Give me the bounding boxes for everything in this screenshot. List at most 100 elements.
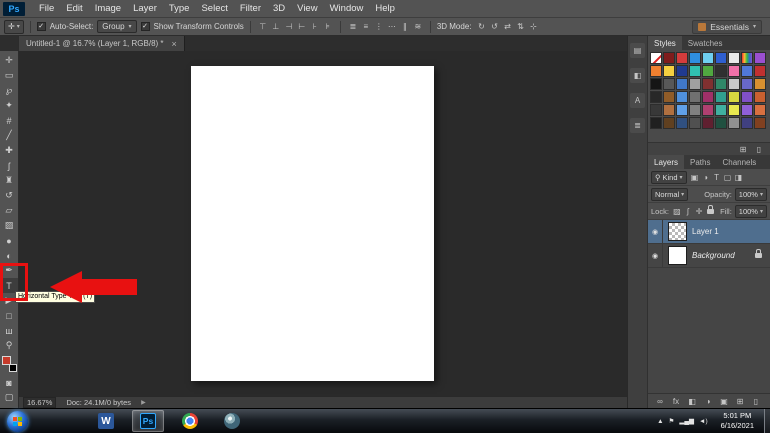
- layers-footer-6-icon[interactable]: ⊞: [735, 396, 745, 407]
- align-6-icon[interactable]: ⊧: [322, 21, 334, 33]
- style-swatch-3[interactable]: [676, 52, 688, 64]
- align-1-icon[interactable]: ⊤: [257, 21, 269, 33]
- collapsed-panel-3-icon[interactable]: A: [630, 93, 645, 108]
- style-swatch-26[interactable]: [741, 78, 753, 90]
- distribute-4-icon[interactable]: ⋯: [386, 21, 398, 33]
- style-swatch-54[interactable]: [754, 117, 766, 129]
- auto-select-dropdown[interactable]: Group ▾: [97, 20, 136, 33]
- healing-brush-tool[interactable]: ✚: [1, 143, 18, 158]
- style-swatch-6[interactable]: [715, 52, 727, 64]
- color-swatch-control[interactable]: [2, 356, 17, 372]
- menu-image[interactable]: Image: [89, 3, 127, 14]
- canvas-area[interactable]: [19, 51, 627, 396]
- distribute-6-icon[interactable]: ≋: [412, 21, 424, 33]
- layers-footer-4-icon[interactable]: ◑: [703, 396, 713, 407]
- layers-footer-7-icon[interactable]: ▯: [751, 396, 761, 407]
- history-brush-tool[interactable]: ↺: [1, 188, 18, 203]
- style-swatch-2[interactable]: [663, 52, 675, 64]
- show-transform-checkbox[interactable]: ✓: [141, 22, 150, 31]
- menu-3d[interactable]: 3D: [267, 3, 291, 14]
- styles-footer-2-icon[interactable]: ▯: [754, 144, 764, 155]
- show-desktop-button[interactable]: [764, 409, 770, 433]
- style-swatch-41[interactable]: [702, 104, 714, 116]
- menu-window[interactable]: Window: [324, 3, 370, 14]
- style-swatch-34[interactable]: [728, 91, 740, 103]
- menu-type[interactable]: Type: [163, 3, 196, 14]
- zoom-tool[interactable]: ⚲: [1, 338, 18, 353]
- style-swatch-46[interactable]: [650, 117, 662, 129]
- collapsed-panel-2-icon[interactable]: ◧: [630, 68, 645, 83]
- style-swatch-27[interactable]: [754, 78, 766, 90]
- style-swatch-45[interactable]: [754, 104, 766, 116]
- taskbar-clock[interactable]: 5:01 PM 6/16/2021: [715, 411, 760, 431]
- menu-view[interactable]: View: [291, 3, 323, 14]
- menu-layer[interactable]: Layer: [127, 3, 163, 14]
- taskbar-photoshop-button[interactable]: Ps: [132, 410, 164, 432]
- layer-filter-5-icon[interactable]: ◨: [734, 172, 744, 183]
- menu-edit[interactable]: Edit: [60, 3, 88, 14]
- 3d-mode-5-icon[interactable]: ⊹: [528, 21, 540, 33]
- style-swatch-25[interactable]: [728, 78, 740, 90]
- distribute-3-icon[interactable]: ⋮: [373, 21, 385, 33]
- fill-dropdown[interactable]: 100% ▾: [735, 205, 767, 218]
- style-swatch-28[interactable]: [650, 91, 662, 103]
- document-tab[interactable]: Untitled-1 @ 16.7% (Layer 1, RGB/8) * ×: [19, 36, 185, 51]
- menu-select[interactable]: Select: [195, 3, 233, 14]
- style-swatch-19[interactable]: [650, 78, 662, 90]
- blend-mode-dropdown[interactable]: Normal ▾: [651, 188, 688, 201]
- align-2-icon[interactable]: ⊥: [270, 21, 282, 33]
- style-swatch-29[interactable]: [663, 91, 675, 103]
- taskbar-chrome-button[interactable]: [174, 410, 206, 432]
- style-swatch-38[interactable]: [663, 104, 675, 116]
- align-5-icon[interactable]: ⊦: [309, 21, 321, 33]
- photoshop-logo[interactable]: Ps: [3, 2, 25, 16]
- align-3-icon[interactable]: ⊣: [283, 21, 295, 33]
- quick-mask-button[interactable]: ◙: [1, 375, 18, 390]
- eraser-tool[interactable]: ▱: [1, 203, 18, 218]
- layers-tab-paths[interactable]: Paths: [684, 155, 716, 169]
- tray-icon-1[interactable]: ▲: [657, 418, 663, 425]
- workspace-switcher[interactable]: Essentials ▾: [692, 20, 762, 34]
- distribute-2-icon[interactable]: ≡: [360, 21, 372, 33]
- style-swatch-20[interactable]: [663, 78, 675, 90]
- quick-selection-tool[interactable]: ✦: [1, 98, 18, 113]
- style-swatch-33[interactable]: [715, 91, 727, 103]
- layer-filter-3-icon[interactable]: T: [712, 172, 722, 183]
- style-swatch-13[interactable]: [689, 65, 701, 77]
- start-button[interactable]: [7, 411, 28, 432]
- style-swatch-53[interactable]: [741, 117, 753, 129]
- lasso-tool[interactable]: ℘: [1, 83, 18, 98]
- layers-footer-5-icon[interactable]: ▣: [719, 396, 729, 407]
- style-swatch-22[interactable]: [689, 78, 701, 90]
- blur-tool[interactable]: ●: [1, 233, 18, 248]
- style-swatch-32[interactable]: [702, 91, 714, 103]
- layers-footer-3-icon[interactable]: ◧: [687, 396, 697, 407]
- style-swatch-23[interactable]: [702, 78, 714, 90]
- clone-stamp-tool[interactable]: ♜: [1, 173, 18, 188]
- lock-1-icon[interactable]: ▨: [672, 206, 682, 217]
- styles-tab-swatches[interactable]: Swatches: [682, 36, 729, 50]
- style-swatch-9[interactable]: [754, 52, 766, 64]
- style-swatch-31[interactable]: [689, 91, 701, 103]
- style-swatch-10[interactable]: [650, 65, 662, 77]
- style-swatch-17[interactable]: [741, 65, 753, 77]
- style-swatch-4[interactable]: [689, 52, 701, 64]
- layer-row-background[interactable]: ◉Background: [648, 244, 770, 268]
- layer-filter-4-icon[interactable]: ▢: [723, 172, 733, 183]
- style-swatch-14[interactable]: [702, 65, 714, 77]
- style-swatch-51[interactable]: [715, 117, 727, 129]
- style-swatch-21[interactable]: [676, 78, 688, 90]
- style-swatch-7[interactable]: [728, 52, 740, 64]
- collapsed-panel-4-icon[interactable]: ≣: [630, 118, 645, 133]
- lock-2-icon[interactable]: ʃ: [683, 206, 693, 217]
- 3d-mode-2-icon[interactable]: ↺: [489, 21, 501, 33]
- layer-filter-dropdown[interactable]: ⚲ Kind ▾: [651, 171, 687, 184]
- style-swatch-52[interactable]: [728, 117, 740, 129]
- layer-thumbnail[interactable]: [668, 246, 687, 265]
- layers-tab-channels[interactable]: Channels: [716, 155, 762, 169]
- auto-select-checkbox[interactable]: ✓: [37, 22, 46, 31]
- document-canvas[interactable]: [191, 66, 434, 381]
- style-swatch-44[interactable]: [741, 104, 753, 116]
- tray-icon-3[interactable]: ▂▄▆: [679, 417, 694, 425]
- 3d-mode-3-icon[interactable]: ⇄: [502, 21, 514, 33]
